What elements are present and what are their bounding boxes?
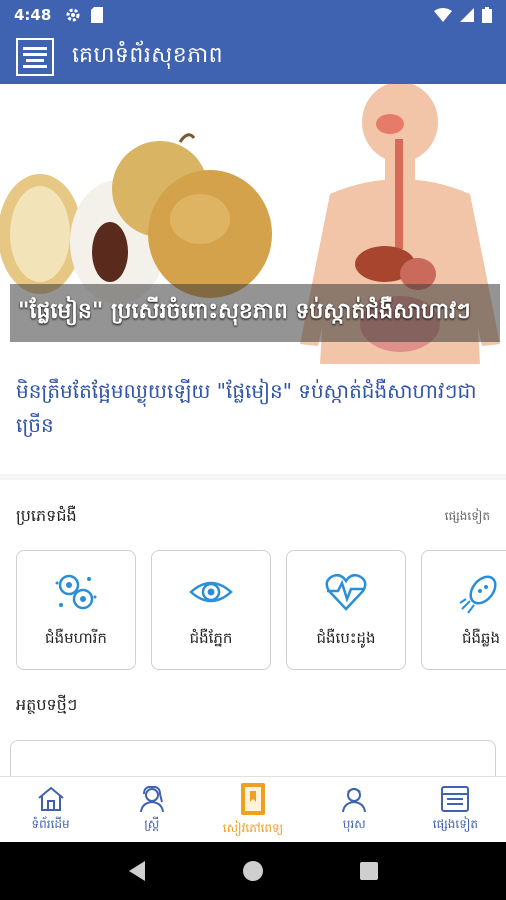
news-header: អត្ថបទថ្មីៗ: [0, 680, 506, 740]
nav-item-home[interactable]: ទំព័រដើម: [0, 777, 101, 842]
main-content[interactable]: "ផ្លែមៀន" ប្រសើរចំពោះសុខភាព ទប់ស្កាត់ជំង…: [0, 84, 506, 776]
book-icon: [241, 782, 265, 815]
system-navigation-bar: [0, 842, 506, 900]
nav-label: ស្ត្រី: [144, 816, 160, 831]
nav-label: សៀវភៅពេទ្យ: [222, 820, 284, 835]
home-icon: [37, 786, 64, 811]
category-label: ជំងឺភ្នែក: [189, 629, 233, 647]
category-card-eye[interactable]: ជំងឺភ្នែក: [151, 550, 271, 670]
hero-caption: "ផ្លែមៀន" ប្រសើរចំពោះសុខភាព ទប់ស្កាត់ជំង…: [10, 284, 500, 342]
man-icon: [342, 787, 367, 812]
category-more-link[interactable]: ផ្សេងទៀត: [445, 508, 490, 526]
category-card-cancer[interactable]: ជំងឺមហារីក: [16, 550, 136, 670]
status-bar: 4:48: [0, 0, 506, 30]
nav-item-women[interactable]: ស្ត្រី: [101, 777, 202, 842]
app-logo-icon[interactable]: [16, 38, 54, 76]
app-bar: គេហទំព័រសុខភាព: [0, 30, 506, 84]
category-title: ប្រភេទជំងឺ: [16, 506, 77, 525]
recents-icon[interactable]: [359, 861, 379, 881]
settings-icon: [66, 8, 80, 22]
category-label: ជំងឺមហារីក: [45, 629, 107, 647]
category-label: ជំងឺបេះដូង: [316, 629, 376, 647]
nav-label: ទំព័រដើម: [31, 816, 70, 831]
category-card-heart[interactable]: ជំងឺបេះដូង: [286, 550, 406, 670]
status-time: 4:48: [14, 6, 52, 24]
category-list[interactable]: ជំងឺមហារីក ជំងឺភ្នែក ជំងឺបេះដូង ជំងឺឆ្លង: [0, 540, 506, 680]
news-card[interactable]: [10, 740, 496, 776]
eye-icon: [189, 581, 233, 603]
headline-card[interactable]: មិនត្រឹមតែផ្អែមឈ្ងុយឡើយ "ផ្លែមៀន" ទប់ស្ក…: [0, 364, 506, 474]
hero-banner[interactable]: "ផ្លែមៀន" ប្រសើរចំពោះសុខភាព ទប់ស្កាត់ជំង…: [0, 84, 506, 364]
category-card-infectious[interactable]: ជំងឺឆ្លង: [421, 550, 506, 670]
sd-card-icon: [91, 7, 104, 23]
signal-icon: [460, 8, 474, 22]
nav-label: បុរស: [342, 816, 366, 831]
nav-label: ផ្សេងទៀត: [432, 816, 479, 831]
woman-icon: [139, 785, 164, 812]
nav-item-men[interactable]: បុរស: [304, 777, 405, 842]
home-button-icon[interactable]: [242, 860, 264, 882]
virus-icon: [55, 574, 97, 610]
nav-item-more[interactable]: ផ្សេងទៀត: [405, 777, 506, 842]
bacteria-icon: [459, 575, 497, 614]
heart-pulse-icon: [325, 573, 367, 611]
more-icon: [441, 785, 470, 812]
category-label: ជំងឺឆ្លង: [461, 629, 501, 647]
battery-icon: [482, 7, 492, 23]
wifi-icon: [434, 8, 452, 22]
app-title: គេហទំព័រសុខភាព: [72, 43, 224, 68]
headline-text[interactable]: មិនត្រឹមតែផ្អែមឈ្ងុយឡើយ "ផ្លែមៀន" ទប់ស្ក…: [16, 374, 490, 442]
bottom-navigation: ទំព័រដើម ស្ត្រី សៀវភៅពេទ្យ បុរស ផ្សេងទៀត: [0, 776, 506, 842]
back-icon[interactable]: [127, 860, 147, 882]
category-header: ប្រភេទជំងឺ ផ្សេងទៀត: [0, 480, 506, 540]
nav-item-medical-book[interactable]: សៀវភៅពេទ្យ: [202, 777, 303, 842]
